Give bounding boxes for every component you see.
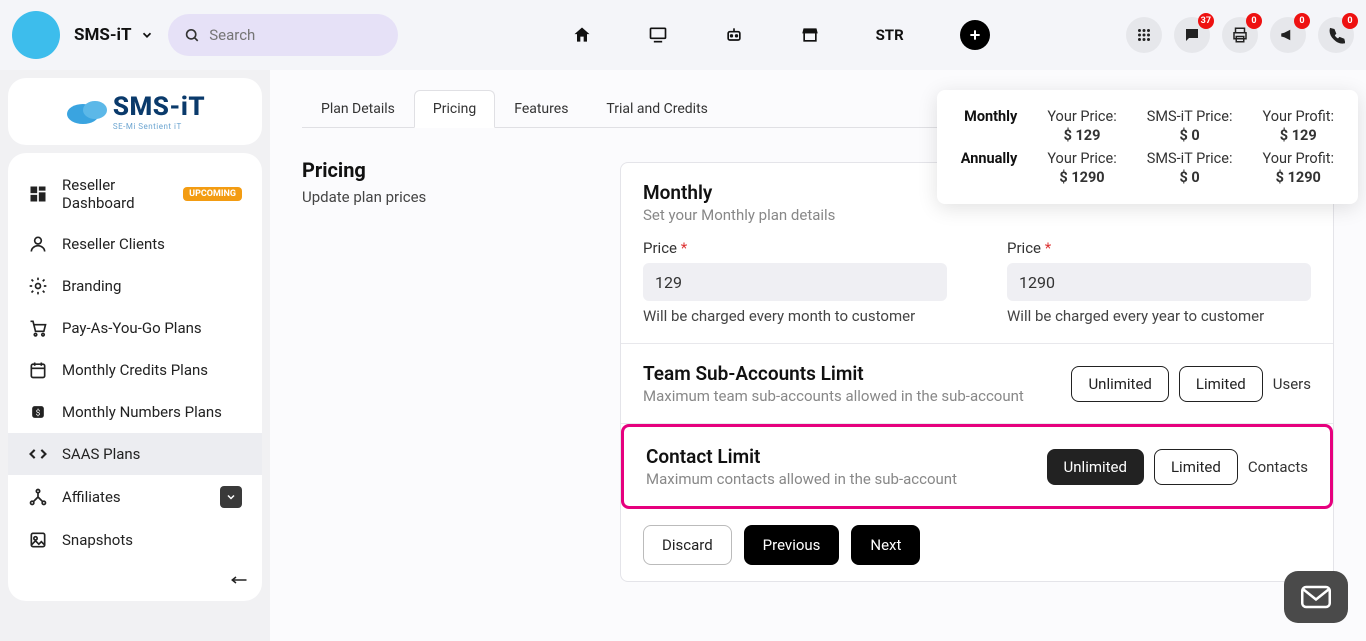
nav-payg-plans[interactable]: Pay-As-You-Go Plans <box>8 307 262 349</box>
nav-reseller-dashboard[interactable]: Reseller Dashboard UPCOMING <box>8 165 262 223</box>
cloud-icon <box>65 98 109 126</box>
nav-label: Branding <box>62 277 121 295</box>
summary-annually-label: Annually <box>961 150 1018 186</box>
contact-unlimited-button[interactable]: Unlimited <box>1047 449 1144 485</box>
tab-trial[interactable]: Trial and Credits <box>587 90 726 127</box>
image-icon <box>28 530 48 550</box>
support-mail-button[interactable] <box>1284 571 1348 623</box>
nav-branding[interactable]: Branding <box>8 265 262 307</box>
phone-badge: 0 <box>1342 13 1358 29</box>
nav-label: Affiliates <box>62 488 121 506</box>
collapse-toggle[interactable] <box>220 486 242 508</box>
print-badge: 0 <box>1246 13 1262 29</box>
calendar-icon <box>28 360 48 380</box>
price-label: Price * <box>643 239 687 257</box>
nav-monthly-credits[interactable]: Monthly Credits Plans <box>8 349 262 391</box>
nav-saas-plans[interactable]: SAAS Plans <box>8 433 262 475</box>
logo-subtitle: SE-Mi Sentient iT <box>113 122 205 131</box>
nav-label: Reseller Dashboard <box>62 176 169 212</box>
print-button[interactable]: 0 <box>1222 17 1258 53</box>
announce-badge: 0 <box>1294 13 1310 29</box>
topbar: SMS-iT STR 37 0 0 0 <box>0 0 1366 70</box>
avatar[interactable] <box>12 11 60 59</box>
monthly-note: Will be charged every month to customer <box>643 307 947 325</box>
price-label: Price * <box>1007 239 1051 257</box>
summary-monthly-label: Monthly <box>961 108 1018 144</box>
search-input[interactable] <box>209 26 381 44</box>
previous-button[interactable]: Previous <box>744 525 840 565</box>
announce-button[interactable]: 0 <box>1270 17 1306 53</box>
annual-note: Will be charged every year to customer <box>1007 307 1311 325</box>
svg-text:$: $ <box>36 407 41 418</box>
search-box[interactable] <box>168 14 398 56</box>
mail-icon <box>1301 585 1331 609</box>
affiliates-icon <box>28 487 48 507</box>
contact-title: Contact Limit <box>646 445 1035 468</box>
top-right-actions: 37 0 0 0 <box>1126 17 1354 53</box>
chat-badge: 37 <box>1198 13 1214 29</box>
nav-affiliates[interactable]: Affiliates <box>8 475 262 519</box>
monthly-price-input[interactable] <box>643 263 947 301</box>
contact-subtitle: Maximum contacts allowed in the sub-acco… <box>646 470 1035 488</box>
chevron-down-icon <box>140 28 154 42</box>
home-icon[interactable] <box>572 25 592 45</box>
section-subtitle: Set your Monthly plan details <box>643 206 1311 224</box>
team-suffix: Users <box>1273 375 1311 393</box>
cart-icon <box>28 318 48 338</box>
tab-features[interactable]: Features <box>495 90 587 127</box>
contact-limited-button[interactable]: Limited <box>1154 449 1238 485</box>
nav-monthly-numbers[interactable]: $ Monthly Numbers Plans <box>8 391 262 433</box>
team-title: Team Sub-Accounts Limit <box>643 362 1059 385</box>
discard-button[interactable]: Discard <box>643 525 732 565</box>
nav-label: Snapshots <box>62 531 133 549</box>
team-limited-button[interactable]: Limited <box>1179 366 1263 402</box>
contact-limit-section: Contact Limit Maximum contacts allowed i… <box>621 424 1333 509</box>
team-unlimited-button[interactable]: Unlimited <box>1071 366 1168 402</box>
brand-dropdown[interactable]: SMS-iT <box>74 25 154 45</box>
store-icon[interactable] <box>800 25 820 45</box>
number-icon: $ <box>28 402 48 422</box>
nav-reseller-clients[interactable]: Reseller Clients <box>8 223 262 265</box>
panel-actions: Discard Previous Next <box>621 509 1333 581</box>
nav-label: Pay-As-You-Go Plans <box>62 319 202 337</box>
next-button[interactable]: Next <box>851 525 920 565</box>
nav-list: Reseller Dashboard UPCOMING Reseller Cli… <box>8 153 262 601</box>
top-center-nav: STR <box>572 20 990 50</box>
nav-label: Monthly Numbers Plans <box>62 403 222 421</box>
annual-price-input[interactable] <box>1007 263 1311 301</box>
contact-suffix: Contacts <box>1248 458 1308 476</box>
monitor-icon[interactable] <box>648 25 668 45</box>
tab-pricing[interactable]: Pricing <box>414 90 495 128</box>
dashboard-icon <box>28 184 48 204</box>
clients-icon <box>28 234 48 254</box>
add-button[interactable] <box>960 20 990 50</box>
phone-button[interactable]: 0 <box>1318 17 1354 53</box>
brand-name: SMS-iT <box>74 25 132 45</box>
tab-plan-details[interactable]: Plan Details <box>302 90 414 127</box>
chat-button[interactable]: 37 <box>1174 17 1210 53</box>
str-link[interactable]: STR <box>876 26 904 44</box>
gear-icon <box>28 276 48 296</box>
team-subtitle: Maximum team sub-accounts allowed in the… <box>643 387 1059 405</box>
nav-label: Monthly Credits Plans <box>62 361 208 379</box>
robot-icon[interactable] <box>724 25 744 45</box>
search-icon <box>184 26 200 44</box>
code-icon <box>28 444 48 464</box>
nav-label: Reseller Clients <box>62 235 165 253</box>
main-content: Plan Details Pricing Features Trial and … <box>270 70 1366 641</box>
nav-snapshots[interactable]: Snapshots <box>8 519 262 561</box>
sidebar: SMS-iT SE-Mi Sentient iT Reseller Dashbo… <box>0 70 270 641</box>
apps-button[interactable] <box>1126 17 1162 53</box>
logo: SMS-iT SE-Mi Sentient iT <box>8 78 262 145</box>
pricing-panel: Monthly Set your Monthly plan details Pr… <box>620 162 1334 582</box>
nav-label: SAAS Plans <box>62 445 140 463</box>
price-summary: Monthly Your Price:$ 129 SMS-iT Price:$ … <box>937 90 1358 204</box>
upcoming-badge: UPCOMING <box>183 187 242 201</box>
sidebar-collapse[interactable] <box>230 572 248 591</box>
team-limit-section: Team Sub-Accounts Limit Maximum team sub… <box>621 344 1333 424</box>
logo-title: SMS-iT <box>113 92 205 122</box>
